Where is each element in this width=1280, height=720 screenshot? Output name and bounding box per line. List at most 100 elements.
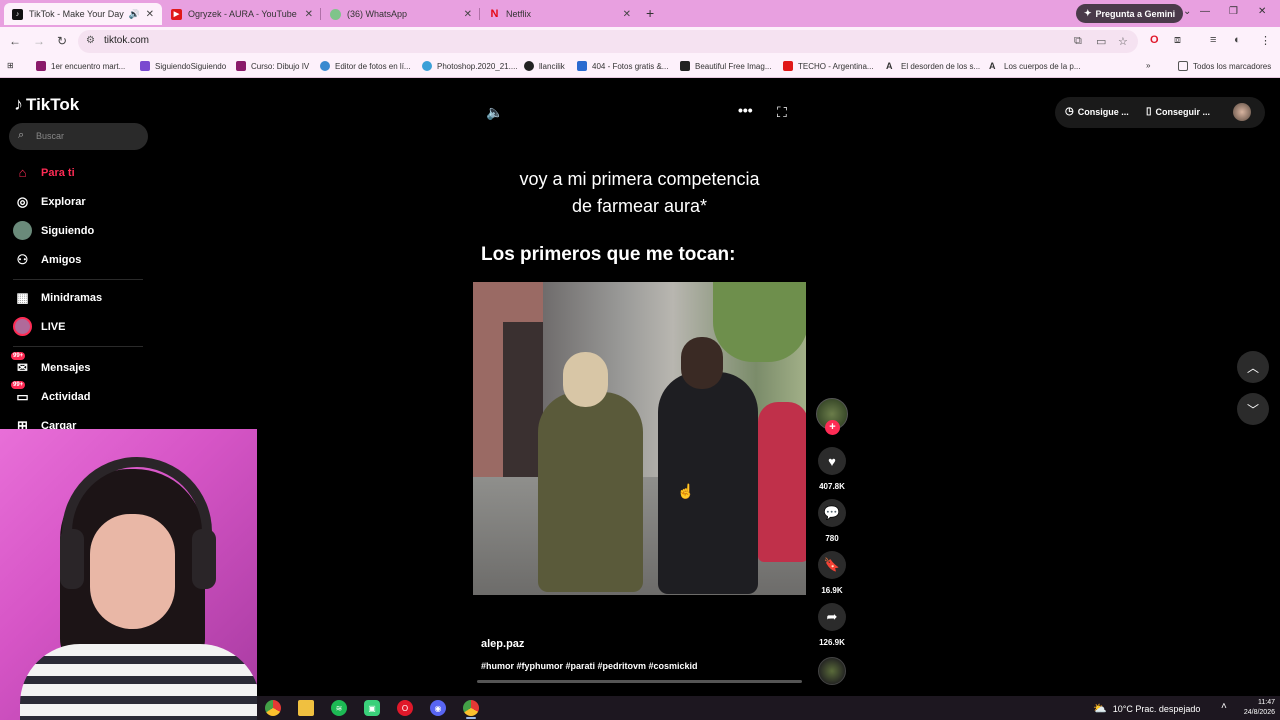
sidebar-item-label: Minidramas — [41, 291, 103, 304]
sidebar-item-actividad[interactable]: ▭ 99+ Actividad — [11, 381, 91, 406]
phone-icon: ▯ — [1146, 106, 1152, 117]
tiktok-logo[interactable]: ♪ TikTok — [14, 94, 79, 115]
restore-icon[interactable]: ❐ — [1229, 6, 1238, 17]
bookmark-item[interactable]: A El desorden de los s... — [886, 61, 980, 71]
tab-separator — [320, 8, 321, 20]
audio-playing-icon[interactable]: 🔊 — [129, 9, 140, 20]
bookmark-item[interactable]: llancilik — [524, 61, 565, 71]
bookmark-item[interactable]: 1er encuentro mart... — [36, 61, 125, 71]
bookmark-item[interactable]: SiguiendoSiguiendo — [140, 61, 226, 71]
sidebar-item-label: Siguiendo — [41, 224, 95, 237]
messages-icon: ✉ 99+ — [11, 352, 28, 375]
sidebar-item-live[interactable]: LIVE — [13, 317, 65, 336]
bookmark-item[interactable]: Editor de fotos en lí... — [320, 61, 411, 71]
discord-icon[interactable]: ◉ — [430, 700, 446, 716]
youtube-favicon-icon: ▶ — [171, 8, 182, 20]
friends-icon: ⚇ — [16, 251, 29, 267]
new-tab-icon[interactable]: + — [646, 5, 654, 21]
caption-line: de farmear aura* — [571, 196, 708, 216]
sidebar-item-para-ti[interactable]: ⌂ Para ti — [13, 163, 75, 182]
menu-kebab-icon[interactable]: ⋮ — [1260, 34, 1271, 47]
close-tab-icon[interactable]: ✕ — [305, 9, 313, 20]
tab-title: Netflix — [506, 9, 532, 19]
media-controls-icon[interactable]: ≡ — [1210, 34, 1216, 46]
apps-grid-icon[interactable]: ⊞ — [7, 61, 14, 70]
system-tray-chevron-icon[interactable]: ˄ — [1221, 701, 1227, 712]
opera-icon[interactable]: O — [397, 700, 413, 716]
bookmark-item[interactable]: Beautiful Free Imag... — [680, 61, 771, 71]
reload-icon[interactable]: ↻ — [57, 34, 67, 48]
save-button[interactable]: 🔖 — [818, 551, 846, 579]
bookmark-item[interactable]: Photoshop.2020_21.... — [422, 61, 518, 71]
gemini-label: Pregunta a Gemini — [1095, 8, 1176, 19]
site-info-icon[interactable]: ⚙ — [86, 35, 95, 46]
profile-avatar-icon[interactable]: ◐ — [1234, 34, 1241, 46]
bookmark-item[interactable]: TECHO - Argentina... — [783, 61, 874, 71]
video-caption-top: voy a mi primera competencia de farmear … — [473, 166, 806, 220]
tab-title: (36) WhatsApp — [347, 9, 408, 19]
bookmark-star-icon[interactable]: ☆ — [1118, 35, 1128, 48]
weather-widget[interactable]: ⛅ 10°C Prac. despejado — [1093, 702, 1200, 715]
follow-plus-icon[interactable]: + — [825, 420, 840, 435]
sidebar-item-siguiendo[interactable]: Siguiendo — [13, 221, 94, 240]
get-app-button[interactable]: ▯ Conseguir ... — [1146, 106, 1210, 117]
sidebar-item-minidramas[interactable]: ▦ Minidramas — [13, 288, 102, 307]
search-input[interactable]: ⌕ Buscar — [9, 123, 148, 150]
tab-youtube[interactable]: ▶ Ogryzek - AURA - YouTube ✕ — [163, 3, 321, 25]
app-icon[interactable]: ▣ — [364, 700, 380, 716]
system-clock[interactable]: 11:47 24/8/2026 — [1235, 698, 1275, 718]
like-button[interactable]: ♥ — [818, 447, 846, 475]
more-options-icon[interactable]: ••• — [738, 102, 753, 118]
bookmark-item[interactable]: Curso: Dibujo IV — [236, 61, 309, 71]
whatsapp-favicon-icon — [330, 8, 341, 20]
url-text[interactable]: tiktok.com — [104, 35, 149, 46]
tab-search-icon[interactable]: ⌄ — [1183, 6, 1191, 17]
chrome-active-icon[interactable] — [463, 700, 479, 716]
previous-video-button[interactable]: ︿ — [1237, 351, 1269, 383]
next-video-button[interactable]: ﹀ — [1237, 393, 1269, 425]
sidebar-item-explorar[interactable]: ◎ Explorar — [13, 192, 86, 211]
heart-icon: ♥ — [828, 453, 836, 469]
omnibox[interactable]: ⚙ tiktok.com ⧉ ▭ ☆ — [78, 30, 1138, 53]
comment-button[interactable]: 💬 — [818, 499, 846, 527]
compass-icon: ◎ — [16, 193, 29, 209]
tab-tiktok[interactable]: ♪ TikTok - Make Your Day 🔊 ✕ — [4, 3, 162, 25]
more-bookmarks-icon[interactable]: » — [1146, 61, 1150, 70]
bookmark-item[interactable]: 404 - Fotos gratis &... — [577, 61, 668, 71]
volume-icon[interactable]: 🔈 — [486, 104, 503, 121]
translate-icon[interactable]: ⧉ — [1074, 35, 1082, 48]
close-tab-icon[interactable]: ✕ — [146, 9, 154, 20]
all-bookmarks-folder[interactable]: Todos los marcadores — [1178, 61, 1271, 71]
minimize-icon[interactable]: — — [1200, 6, 1210, 17]
share-button[interactable]: ➦ — [818, 603, 846, 631]
get-coins-button[interactable]: ◷ Consigue ... — [1065, 106, 1129, 117]
close-window-icon[interactable]: ✕ — [1258, 6, 1266, 17]
save-count: 16.9K — [821, 586, 843, 595]
video-author[interactable]: alep.paz — [481, 638, 524, 650]
tab-whatsapp[interactable]: (36) WhatsApp ✕ — [322, 3, 480, 25]
close-tab-icon[interactable]: ✕ — [623, 9, 631, 20]
bookmark-item[interactable]: A Los cuerpos de la p... — [989, 61, 1081, 71]
back-icon[interactable]: ← — [9, 34, 21, 48]
music-disc-icon[interactable] — [818, 657, 846, 685]
profile-avatar[interactable] — [1233, 103, 1251, 121]
sidebar-item-amigos[interactable]: ⚇ Amigos — [13, 250, 82, 269]
ask-gemini-button[interactable]: ✦ Pregunta a Gemini — [1076, 4, 1184, 23]
fullscreen-icon[interactable]: ⛶ — [777, 104, 787, 121]
chrome-taskbar-icon[interactable] — [265, 700, 281, 716]
video-hashtags[interactable]: #humor #fyphumor #parati #pedritovm #cos… — [481, 661, 698, 671]
tab-netflix[interactable]: N Netflix ✕ — [481, 3, 639, 25]
video-progress-bar[interactable] — [477, 680, 802, 683]
person-center-head — [681, 337, 723, 389]
video-frame[interactable] — [473, 282, 806, 595]
opera-extension-icon[interactable]: O — [1150, 34, 1159, 46]
spotify-icon[interactable]: ≋ — [331, 700, 347, 716]
close-tab-icon[interactable]: ✕ — [464, 9, 472, 20]
person-left-head — [563, 352, 608, 407]
file-explorer-icon[interactable] — [298, 700, 314, 716]
sidebar-item-mensajes[interactable]: ✉ 99+ Mensajes — [11, 352, 91, 377]
cast-icon[interactable]: ▭ — [1096, 35, 1106, 48]
extensions-icon[interactable]: ⧈ — [1174, 34, 1181, 47]
forward-icon[interactable]: → — [33, 34, 45, 48]
tab-separator — [479, 8, 480, 20]
